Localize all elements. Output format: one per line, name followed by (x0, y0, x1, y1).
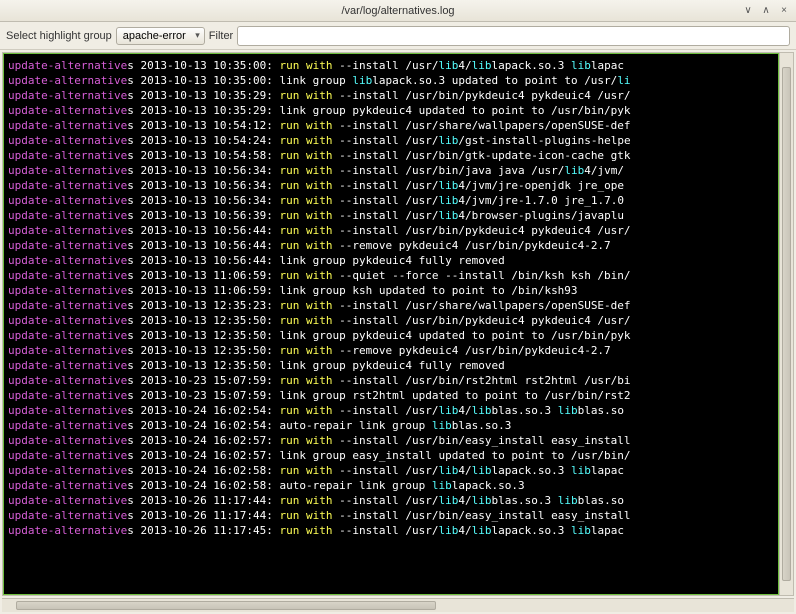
log-line: update-alternatives 2013-10-23 15:07:59:… (8, 388, 774, 403)
log-line: update-alternatives 2013-10-26 11:17:44:… (8, 508, 774, 523)
maximize-button[interactable]: ∧ (758, 4, 774, 18)
log-line: update-alternatives 2013-10-13 10:35:29:… (8, 88, 774, 103)
log-line: update-alternatives 2013-10-24 16:02:57:… (8, 433, 774, 448)
log-line: update-alternatives 2013-10-13 10:56:34:… (8, 193, 774, 208)
log-line: update-alternatives 2013-10-24 16:02:54:… (8, 418, 774, 433)
scrollbar-thumb-vertical[interactable] (782, 67, 791, 581)
log-line: update-alternatives 2013-10-13 10:54:12:… (8, 118, 774, 133)
highlight-group-value: apache-error (123, 30, 186, 42)
highlight-group-label: Select highlight group (6, 30, 112, 42)
log-line: update-alternatives 2013-10-13 10:56:39:… (8, 208, 774, 223)
log-line: update-alternatives 2013-10-23 15:07:59:… (8, 373, 774, 388)
scrollbar-horizontal[interactable] (2, 598, 794, 612)
log-line: update-alternatives 2013-10-13 10:54:58:… (8, 148, 774, 163)
log-line: update-alternatives 2013-10-24 16:02:58:… (8, 463, 774, 478)
log-line: update-alternatives 2013-10-13 11:06:59:… (8, 283, 774, 298)
titlebar: /var/log/alternatives.log ∨ ∧ × (0, 0, 796, 22)
log-line: update-alternatives 2013-10-13 10:35:00:… (8, 73, 774, 88)
log-line: update-alternatives 2013-10-13 10:35:29:… (8, 103, 774, 118)
filter-input[interactable] (237, 26, 790, 46)
window-controls: ∨ ∧ × (740, 4, 792, 18)
minimize-button[interactable]: ∨ (740, 4, 756, 18)
scrollbar-vertical[interactable] (779, 53, 793, 595)
filter-label: Filter (209, 30, 233, 42)
log-line: update-alternatives 2013-10-26 11:17:44:… (8, 493, 774, 508)
log-line: update-alternatives 2013-10-13 11:06:59:… (8, 268, 774, 283)
window-title: /var/log/alternatives.log (341, 5, 454, 17)
log-line: update-alternatives 2013-10-13 12:35:50:… (8, 328, 774, 343)
log-line: update-alternatives 2013-10-13 10:56:44:… (8, 223, 774, 238)
log-line: update-alternatives 2013-10-26 11:17:45:… (8, 523, 774, 538)
scrollbar-thumb-horizontal[interactable] (16, 601, 436, 610)
log-line: update-alternatives 2013-10-13 10:54:24:… (8, 133, 774, 148)
log-line: update-alternatives 2013-10-13 12:35:50:… (8, 358, 774, 373)
log-line: update-alternatives 2013-10-24 16:02:58:… (8, 478, 774, 493)
log-line: update-alternatives 2013-10-13 10:56:34:… (8, 178, 774, 193)
log-line: update-alternatives 2013-10-13 10:56:34:… (8, 163, 774, 178)
log-line: update-alternatives 2013-10-13 12:35:50:… (8, 343, 774, 358)
close-button[interactable]: × (776, 4, 792, 18)
log-viewport: update-alternatives 2013-10-13 10:35:00:… (2, 52, 794, 596)
log-line: update-alternatives 2013-10-13 10:56:44:… (8, 253, 774, 268)
log-line: update-alternatives 2013-10-24 16:02:57:… (8, 448, 774, 463)
log-line: update-alternatives 2013-10-13 10:35:00:… (8, 58, 774, 73)
log-content[interactable]: update-alternatives 2013-10-13 10:35:00:… (3, 53, 779, 595)
highlight-group-dropdown[interactable]: apache-error (116, 27, 205, 45)
log-line: update-alternatives 2013-10-13 12:35:50:… (8, 313, 774, 328)
log-line: update-alternatives 2013-10-24 16:02:54:… (8, 403, 774, 418)
toolbar: Select highlight group apache-error Filt… (0, 22, 796, 50)
log-line: update-alternatives 2013-10-13 10:56:44:… (8, 238, 774, 253)
log-line: update-alternatives 2013-10-13 12:35:23:… (8, 298, 774, 313)
